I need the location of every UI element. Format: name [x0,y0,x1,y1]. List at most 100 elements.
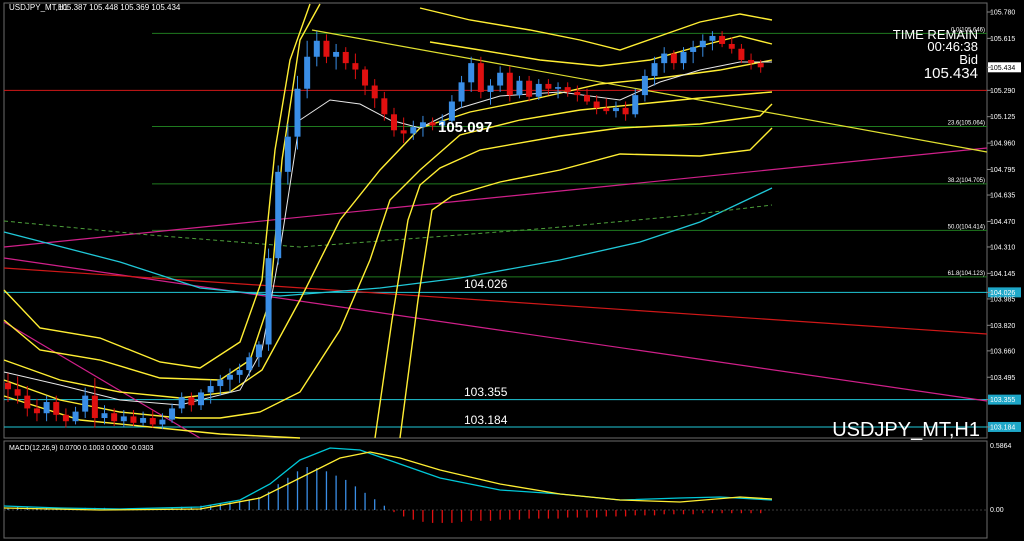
price-tick-label: 105.125 [990,114,1015,121]
candle[interactable] [342,47,349,70]
candle-body [342,51,349,64]
candle-body [526,80,533,97]
candle[interactable] [477,56,484,99]
candle[interactable] [178,392,185,414]
candle[interactable] [91,378,98,428]
candle-body [101,413,108,419]
candle-body [53,402,60,415]
candle-body [690,47,697,52]
candle-body [545,83,552,89]
macd-indicator [3,447,987,523]
candle[interactable] [497,66,504,92]
candle-body [632,95,639,115]
candle[interactable] [371,79,378,108]
candle[interactable] [265,248,272,351]
candle[interactable] [603,98,610,115]
candle[interactable] [294,75,301,150]
candle-body [275,171,282,259]
candle[interactable] [304,40,311,99]
candle-body [226,374,233,380]
candle-body [400,130,407,134]
candle[interactable] [72,406,79,425]
candle[interactable] [651,56,658,86]
candle-body [391,114,397,131]
candle-body [497,72,504,86]
candle[interactable] [612,101,619,118]
macd-tick-label: 0.5864 [990,443,1012,450]
candle-body [43,402,50,414]
candle[interactable] [458,75,465,108]
level-annotation-103184: 103.184 [464,413,508,427]
candle[interactable] [709,31,716,51]
candle[interactable] [516,75,523,99]
candle[interactable] [535,79,542,100]
price-axis: 105.780 105.615 105.434 105.290 105.125 104.9… [987,9,1021,514]
dashed-moving-average [3,204,773,248]
candle[interactable] [574,85,581,102]
candle[interactable] [699,34,706,57]
candle-body [661,53,668,64]
candle[interactable] [738,43,745,64]
candle[interactable] [275,165,282,265]
price-chart[interactable]: 0.0(105.646)23.6(105.064)38.2(104.705)50… [0,0,1024,541]
candle[interactable] [33,398,40,422]
candle-body [14,389,21,396]
candle[interactable] [62,408,69,428]
candle-body [72,411,79,422]
candle-body [429,122,436,126]
candle-body [188,397,195,406]
candle[interactable] [130,410,137,427]
candle[interactable] [24,386,31,417]
candle[interactable] [198,389,204,411]
candle[interactable] [323,34,330,64]
candle-body [680,51,687,64]
candle-body [352,63,359,70]
candle[interactable] [400,117,407,144]
candle[interactable] [468,56,475,92]
candle-body [91,395,98,419]
candle-body [24,395,31,409]
candle[interactable] [728,37,735,54]
candle[interactable] [487,79,494,105]
candle-body [362,69,369,86]
candle-body [651,63,658,76]
price-tick-label: 104.145 [990,271,1015,278]
candle[interactable] [391,107,397,137]
candle[interactable] [352,53,359,80]
candle[interactable] [419,115,426,137]
macd-signal-line [3,451,773,511]
candle[interactable] [313,31,320,67]
candle[interactable] [584,88,590,105]
candle[interactable] [526,75,533,102]
price-tick-label: 105.615 [990,36,1015,43]
candle[interactable] [593,95,600,115]
bollinger-lower-inner [3,91,773,419]
candle[interactable] [690,40,697,64]
candle[interactable] [748,53,755,70]
candle[interactable] [564,82,571,97]
chart-window[interactable]: 0.0(105.646) 23.6(105.064) 38.2(104.705) 50… [0,0,1024,541]
candle-body [468,63,475,83]
candle[interactable] [188,392,195,412]
price-tick-label: 105.780 [990,9,1015,16]
price-tick-label: 104.635 [990,193,1015,200]
candle[interactable] [149,410,156,428]
candle-body [564,87,571,92]
candle[interactable] [661,47,668,73]
candle[interactable] [236,363,243,383]
candle[interactable] [641,69,648,102]
candle-body [255,344,262,358]
candle-body [516,80,523,96]
candle-body [506,72,513,96]
candle[interactable] [333,43,340,70]
candle-body [555,87,562,89]
price-tick-label: 104.795 [990,167,1015,174]
candle[interactable] [255,341,262,367]
candle[interactable] [506,66,513,102]
bollinger-upper-outer [3,3,311,369]
bollinger-upper-inner [3,3,321,381]
level-annotation-103355: 103.355 [464,385,508,399]
candle[interactable] [622,101,629,121]
candle[interactable] [429,117,436,131]
candle[interactable] [632,88,639,118]
